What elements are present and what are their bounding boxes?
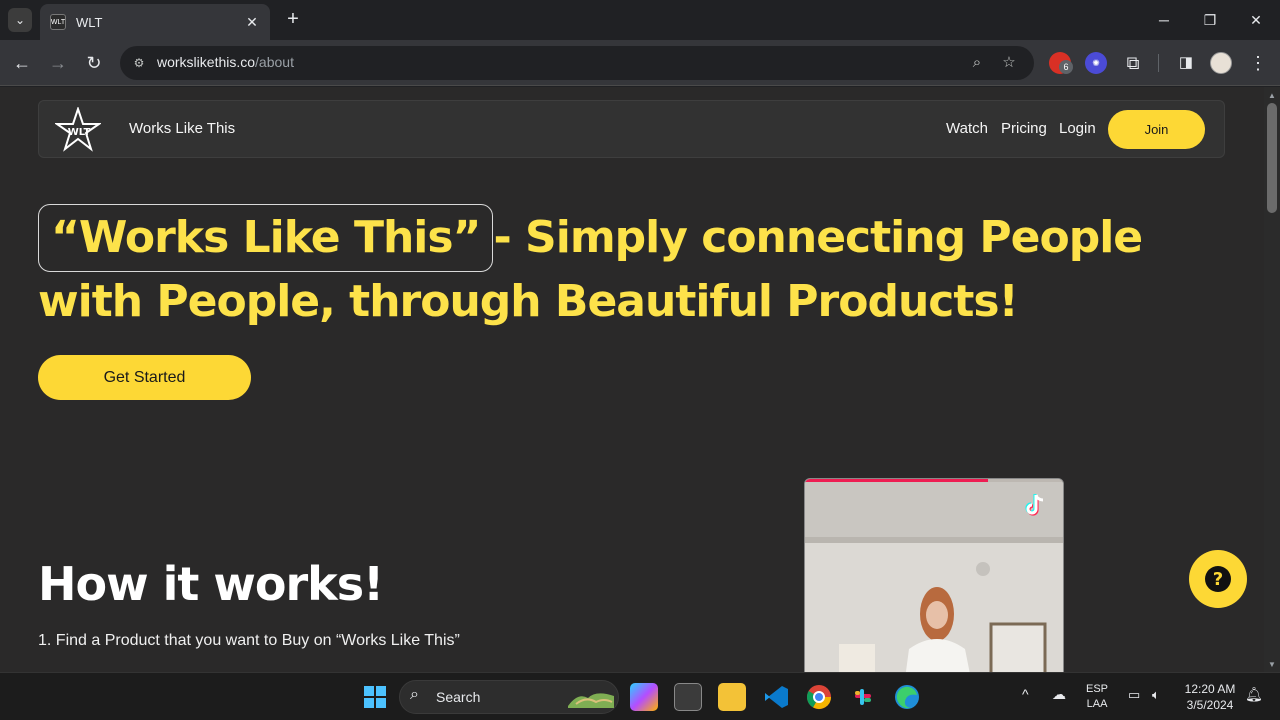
taskbar-search-label: Search — [436, 689, 481, 705]
tray-overflow-chevron-icon[interactable]: ^ — [1022, 687, 1029, 702]
question-mark-icon: ? — [1205, 566, 1231, 592]
get-started-button[interactable]: Get Started — [38, 355, 251, 400]
tiktok-logo-icon[interactable] — [1021, 491, 1049, 519]
window-close-button[interactable]: ✕ — [1233, 8, 1279, 32]
hero-quote: “Works Like This” — [38, 204, 494, 272]
network-icon[interactable]: ▭ — [1128, 687, 1140, 702]
bookmark-star-icon[interactable]: ☆ — [999, 53, 1019, 73]
nav-link-pricing[interactable]: Pricing — [1001, 120, 1047, 137]
menu-kebab-icon[interactable]: ⋮ — [1246, 51, 1270, 75]
language-code: ESP — [1086, 683, 1109, 695]
notification-bell-icon[interactable]: 🔔︎ — [1245, 687, 1263, 702]
tab-search-button[interactable]: ⌄ — [8, 8, 32, 32]
task-view-icon[interactable] — [674, 683, 702, 711]
join-button[interactable]: Join — [1108, 110, 1205, 149]
side-panel-icon[interactable]: ◨ — [1174, 51, 1198, 75]
help-label: ? — [1213, 569, 1223, 590]
file-explorer-icon[interactable] — [718, 683, 746, 711]
new-tab-button[interactable]: + — [282, 8, 304, 32]
scroll-thumb[interactable] — [1267, 103, 1277, 213]
logo-text: WLT — [68, 127, 91, 138]
tab-bar: ⌄ WLT WLT ✕ + ─ ❐ ✕ — [0, 0, 1280, 40]
hero-headline: “Works Like This” - Simply connecting Peo… — [38, 204, 1238, 332]
zoom-icon[interactable]: ⌕ — [967, 53, 987, 73]
wlt-star-logo-icon[interactable]: WLT — [55, 107, 101, 153]
tab-title: WLT — [76, 14, 103, 30]
extensions-puzzle-icon[interactable]: ⧉ — [1121, 51, 1145, 75]
extension-apk-icon[interactable]: 6 — [1049, 52, 1073, 74]
brand-name[interactable]: Works Like This — [129, 120, 235, 137]
page-scrollbar[interactable]: ▲ ▼ — [1264, 87, 1280, 672]
search-highlight-image — [568, 693, 614, 708]
restore-button[interactable]: ❐ — [1187, 8, 1233, 32]
web-page: WLT Works Like This Watch Pricing Login … — [0, 87, 1264, 672]
nav-link-login[interactable]: Login — [1059, 120, 1096, 137]
address-bar[interactable]: ⚙ workslikethis.co/about ⌕ ☆ — [120, 46, 1034, 80]
windows-start-icon[interactable] — [361, 683, 389, 711]
nav-link-watch[interactable]: Watch — [946, 120, 988, 137]
search-icon: ⌕ — [410, 686, 419, 703]
toolbar-divider — [1158, 54, 1159, 72]
tab-close-icon[interactable]: ✕ — [244, 14, 260, 31]
site-info-icon[interactable]: ⚙ — [130, 54, 148, 72]
language-region: LAA — [1086, 698, 1108, 710]
active-tab[interactable]: WLT WLT ✕ — [40, 4, 270, 40]
vscode-icon[interactable] — [762, 683, 790, 711]
chrome-icon[interactable] — [805, 683, 833, 711]
minimize-button[interactable]: ─ — [1141, 8, 1187, 32]
language-indicator[interactable]: ESP LAA — [1086, 682, 1108, 712]
volume-icon[interactable]: 🔈︎ — [1152, 687, 1160, 702]
scroll-down-arrow-icon[interactable]: ▼ — [1268, 660, 1276, 669]
site-navbar: WLT Works Like This Watch Pricing Login … — [38, 100, 1225, 158]
forward-button[interactable]: → — [46, 51, 70, 75]
extension-badge: 6 — [1059, 60, 1073, 74]
chevron-down-icon: ⌄ — [14, 13, 26, 27]
url-path: /about — [255, 54, 294, 70]
slack-icon[interactable] — [849, 683, 877, 711]
tiktok-video-embed[interactable] — [804, 478, 1064, 672]
taskbar-search[interactable]: ⌕ Search — [399, 680, 619, 714]
clock-date: 3/5/2024 — [1186, 698, 1234, 712]
back-button[interactable]: ← — [10, 51, 34, 75]
edge-icon[interactable] — [893, 683, 921, 711]
onedrive-cloud-icon[interactable]: ☁ — [1052, 687, 1066, 702]
url-host: workslikethis.co — [157, 54, 256, 70]
windows-taskbar: ⌕ Search ^ ☁ ESP LAA ▭ 🔈︎ 12:20 AM 3/5/2… — [0, 672, 1280, 720]
clock-time: 12:20 AM — [1184, 682, 1236, 696]
how-it-works-step-1: 1. Find a Product that you want to Buy o… — [38, 632, 460, 649]
extension-gear-icon[interactable]: ✺ — [1085, 52, 1107, 74]
help-button[interactable]: ? — [1189, 550, 1247, 608]
taskbar-clock[interactable]: 12:20 AM 3/5/2024 — [1178, 681, 1242, 713]
url-text[interactable]: workslikethis.co/about — [157, 54, 294, 70]
scroll-up-arrow-icon[interactable]: ▲ — [1268, 91, 1276, 100]
tab-favicon-icon: WLT — [50, 14, 66, 30]
copilot-icon[interactable] — [630, 683, 658, 711]
browser-toolbar: ← → ↻ ⚙ workslikethis.co/about ⌕ ☆ 6 ✺ ⧉… — [0, 40, 1280, 86]
reload-button[interactable]: ↻ — [82, 51, 106, 75]
profile-avatar[interactable] — [1210, 52, 1232, 74]
how-it-works-title: How it works! — [38, 557, 384, 611]
